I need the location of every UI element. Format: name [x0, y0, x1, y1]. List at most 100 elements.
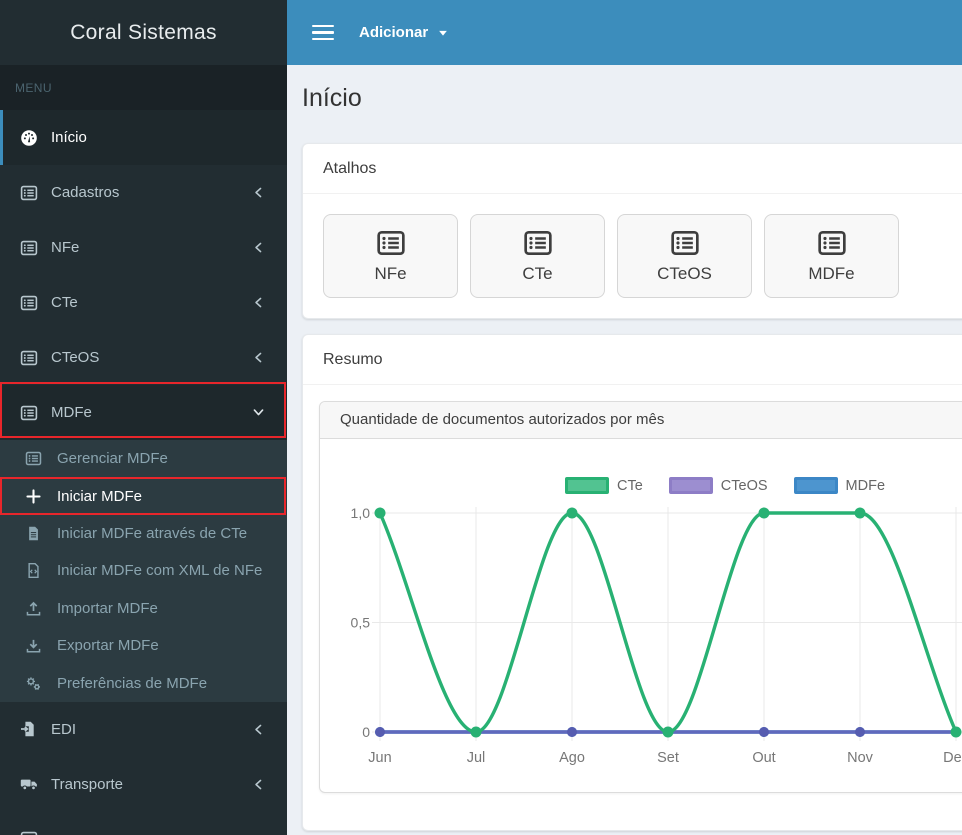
submenu-item-iniciar-mdfe[interactable]: Iniciar MDFe: [0, 477, 287, 514]
chart-legend: CTe CTeOS MDFe: [320, 477, 962, 494]
submenu-item-label: Iniciar MDFe através de CTe: [57, 524, 248, 542]
legend-swatch: [564, 477, 609, 494]
sidebar-item-label: CTe: [51, 294, 78, 311]
file-code-icon: [25, 562, 42, 579]
submenu-item-iniciar-mdfe-cte[interactable]: Iniciar MDFe através de CTe: [0, 515, 287, 552]
sidebar-menu: Início Cadastros NFe CTe CTeOS MDFe Gere…: [0, 110, 287, 835]
sidebar: Coral Sistemas MENU Início Cadastros NFe…: [0, 0, 287, 835]
submenu-item-label: Importar MDFe: [57, 599, 158, 617]
submenu-item-label: Exportar MDFe: [57, 637, 159, 655]
sidebar-item-nfe[interactable]: NFe: [0, 220, 287, 275]
list-icon: [25, 450, 42, 467]
chevron-left-icon: [252, 723, 265, 736]
chart-panel: Quantidade de documentos autorizados por…: [319, 401, 962, 793]
download-icon: [25, 637, 42, 654]
file-icon: [25, 525, 42, 542]
plus-icon: [25, 488, 42, 505]
shortcut-label: CTeOS: [657, 264, 712, 283]
chevron-left-icon: [252, 778, 265, 791]
sidebar-item-transporte[interactable]: Transporte: [0, 757, 287, 812]
caret-down-icon: [437, 27, 449, 39]
sidebar-item-label: MDFe: [51, 404, 92, 421]
sidebar-item-label: Cadastros: [51, 184, 120, 201]
sidebar-item-partial[interactable]: [0, 812, 287, 835]
application-window: Coral Sistemas MENU Início Cadastros NFe…: [0, 0, 962, 835]
legend-item-mdfe[interactable]: MDFe: [793, 477, 886, 494]
legend-label: MDFe: [845, 477, 886, 494]
upload-icon: [25, 600, 42, 617]
top-navbar: Adicionar: [287, 0, 962, 65]
list-icon: [20, 294, 38, 312]
hamburger-icon: [312, 24, 334, 28]
shortcut-label: MDFe: [808, 264, 855, 283]
main-content: Início Atalhos NFe CTe CTeOS MDFe Resumo…: [287, 65, 962, 835]
chevron-left-icon: [252, 186, 265, 199]
sidebar-item-edi[interactable]: EDI: [0, 702, 287, 757]
shortcut-nfe-button[interactable]: NFe: [323, 214, 458, 298]
atalhos-panel-title: Atalhos: [303, 144, 962, 194]
list-icon: [20, 239, 38, 257]
legend-label: CTe: [616, 477, 643, 494]
submenu-item-importar-mdfe[interactable]: Importar MDFe: [0, 590, 287, 627]
svg-text:Jun: Jun: [368, 750, 391, 766]
legend-item-cteos[interactable]: CTeOS: [668, 477, 768, 494]
chart-area: CTe CTeOS MDFe 0 0,5 1,0 Jun Jul Ago Set Out Nov De…: [320, 439, 962, 792]
submenu-item-exportar-mdfe[interactable]: Exportar MDFe: [0, 627, 287, 664]
gears-icon: [25, 675, 42, 692]
svg-text:Out: Out: [752, 750, 775, 766]
adicionar-dropdown[interactable]: Adicionar: [347, 14, 461, 51]
sidebar-item-inicio[interactable]: Início: [0, 110, 287, 165]
mdfe-submenu: Gerenciar MDFe Iniciar MDFe Iniciar MDFe…: [0, 440, 287, 702]
sidebar-item-label: Início: [51, 129, 87, 146]
submenu-item-label: Gerenciar MDFe: [57, 450, 168, 468]
sidebar-item-cteos[interactable]: CTeOS: [0, 330, 287, 385]
resumo-panel-title: Resumo: [303, 335, 962, 385]
shortcut-label: NFe: [374, 264, 407, 283]
list-icon: [376, 228, 406, 258]
list-icon: [20, 404, 38, 422]
chevron-left-icon: [252, 296, 265, 309]
shortcut-label: CTe: [522, 264, 553, 283]
page-title: Início: [302, 84, 362, 112]
gauge-icon: [20, 129, 38, 147]
sidebar-item-label: CTeOS: [51, 349, 100, 366]
submenu-item-iniciar-mdfe-xml-nfe[interactable]: Iniciar MDFe com XML de NFe: [0, 552, 287, 589]
list-icon: [523, 228, 553, 258]
svg-text:Set: Set: [657, 750, 679, 766]
sidebar-item-label: NFe: [51, 239, 80, 256]
list-icon: [817, 228, 847, 258]
chart-title: Quantidade de documentos autorizados por…: [320, 402, 962, 439]
shortcut-mdfe-button[interactable]: MDFe: [764, 214, 899, 298]
sidebar-item-label: Transporte: [51, 775, 123, 793]
app-logo[interactable]: Coral Sistemas: [0, 0, 287, 65]
chevron-left-icon: [252, 351, 265, 364]
shortcut-cte-button[interactable]: CTe: [470, 214, 605, 298]
sidebar-toggle-button[interactable]: [301, 11, 345, 55]
submenu-item-label: Preferências de MDFe: [57, 674, 208, 692]
shortcut-cteos-button[interactable]: CTeOS: [617, 214, 752, 298]
sidebar-item-label: EDI: [51, 720, 77, 738]
file-export-icon: [20, 720, 38, 738]
resumo-panel-body: Quantidade de documentos autorizados por…: [303, 385, 962, 830]
svg-text:Ago: Ago: [559, 750, 585, 766]
brand-text: Coral Sistemas: [70, 20, 217, 44]
legend-label: CTeOS: [720, 477, 768, 494]
list-icon: [20, 349, 38, 367]
sidebar-item-cadastros[interactable]: Cadastros: [0, 165, 287, 220]
svg-text:Jul: Jul: [467, 750, 486, 766]
submenu-item-preferencias-mdfe[interactable]: Preferências de MDFe: [0, 664, 287, 701]
list-icon: [20, 830, 38, 835]
submenu-item-gerenciar-mdfe[interactable]: Gerenciar MDFe: [0, 440, 287, 477]
sidebar-item-cte[interactable]: CTe: [0, 275, 287, 330]
atalhos-panel-body: NFe CTe CTeOS MDFe: [303, 194, 962, 318]
sidebar-section-label: MENU: [0, 65, 287, 110]
legend-swatch: [668, 477, 713, 494]
svg-text:Dez: Dez: [943, 750, 962, 766]
submenu-item-label: Iniciar MDFe: [57, 487, 143, 505]
legend-swatch: [793, 477, 838, 494]
legend-item-cte[interactable]: CTe: [564, 477, 643, 494]
svg-text:0: 0: [362, 724, 370, 740]
svg-text:0,5: 0,5: [351, 615, 371, 631]
chevron-left-icon: [252, 241, 265, 254]
sidebar-item-mdfe[interactable]: MDFe: [0, 385, 287, 440]
